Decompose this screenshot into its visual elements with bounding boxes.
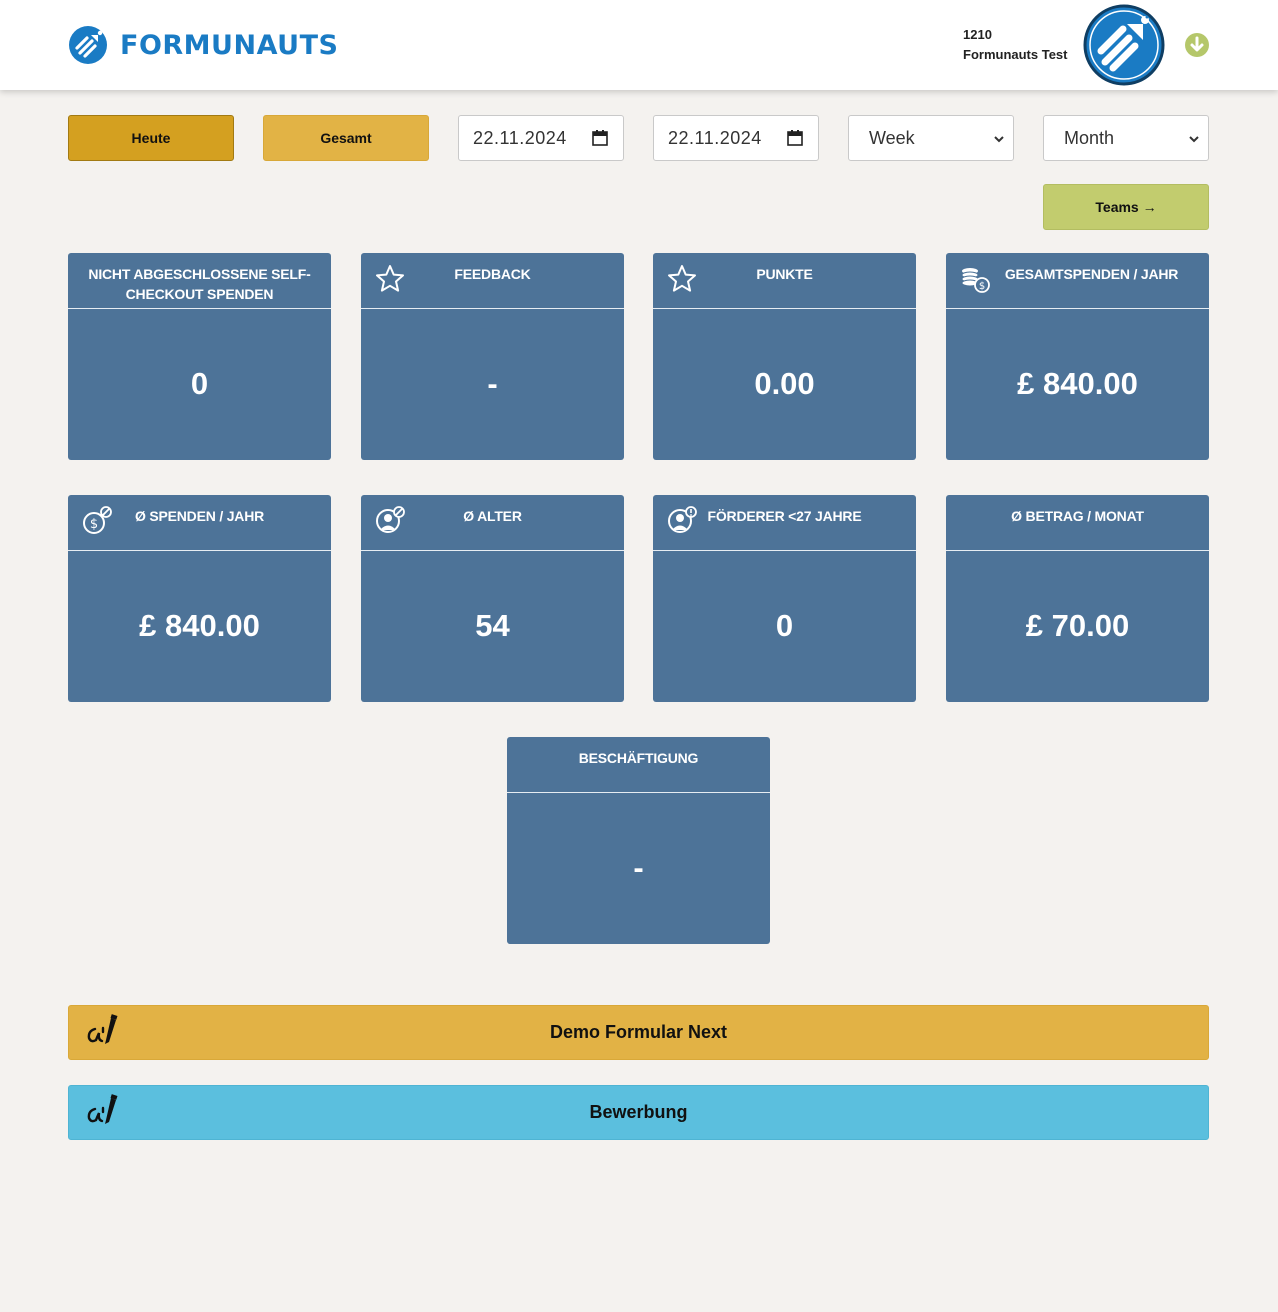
stat-card-young-supporters: FÖRDERER <27 JAHRE 0	[653, 495, 916, 702]
stat-card-feedback: FEEDBACK -	[361, 253, 624, 460]
avatar[interactable]	[1083, 4, 1165, 86]
card-title: Ø BETRAG / MONAT	[1011, 508, 1144, 524]
card-title: GESAMTSPENDEN / JAHR	[1004, 266, 1179, 282]
teams-button[interactable]: Teams →	[1043, 184, 1209, 230]
card-header: Ø ALTER	[361, 495, 624, 551]
card-title: NICHT ABGESCHLOSSENE SELF-CHECKOUT SPEND…	[88, 266, 311, 302]
date-to-input[interactable]: 22.11.2024	[653, 115, 819, 161]
card-value: £ 840.00	[139, 608, 260, 643]
card-value: 0	[190, 366, 209, 401]
chevron-down-circle-icon[interactable]	[1184, 32, 1210, 58]
user-name: Formunauts Test	[963, 47, 1068, 62]
form-label: Demo Formular Next	[549, 1022, 728, 1042]
form-button-bewerbung[interactable]: Bewerbung	[68, 1085, 1209, 1140]
total-button[interactable]: Gesamt	[263, 115, 429, 161]
week-select-value: Week	[869, 127, 915, 148]
date-from-input[interactable]: 22.11.2024	[458, 115, 624, 161]
rocket-logo-icon	[69, 26, 107, 64]
calendar-icon[interactable]	[786, 129, 804, 147]
stat-card-avg-donations: $ Ø SPENDEN / JAHR £ 840.00	[68, 495, 331, 702]
card-value: 0	[775, 608, 794, 643]
form-button-demo-formular-next[interactable]: Demo Formular Next	[68, 1005, 1209, 1060]
card-header: BESCHÄFTIGUNG	[507, 737, 770, 793]
week-select[interactable]: Week	[848, 115, 1014, 161]
brand-name: FORMUNAUTS	[120, 29, 339, 61]
today-button[interactable]: Heute	[68, 115, 234, 161]
stat-card-points: PUNKTE 0.00	[653, 253, 916, 460]
card-header: Ø BETRAG / MONAT	[946, 495, 1209, 551]
card-value: 0.00	[754, 366, 815, 401]
card-title: Ø SPENDEN / JAHR	[134, 508, 265, 524]
card-header: FEEDBACK	[361, 253, 624, 309]
user-id: 1210	[963, 27, 992, 42]
brand-logo[interactable]: FORMUNAUTS	[68, 25, 338, 65]
date-to-value: 22.11.2024	[668, 127, 762, 148]
stat-card-avg-age: Ø ALTER 54	[361, 495, 624, 702]
card-header: FÖRDERER <27 JAHRE	[653, 495, 916, 551]
card-header: $ Ø SPENDEN / JAHR	[68, 495, 331, 551]
chevron-down-icon	[1189, 136, 1199, 143]
stat-card-employment: BESCHÄFTIGUNG -	[507, 737, 770, 944]
card-header: PUNKTE	[653, 253, 916, 309]
card-value: -	[487, 366, 498, 401]
top-header: FORMUNAUTS 1210 Formunauts Test	[0, 0, 1278, 90]
card-header: $ GESAMTSPENDEN / JAHR	[946, 253, 1209, 309]
month-select-value: Month	[1064, 127, 1115, 148]
card-title: FEEDBACK	[454, 266, 531, 282]
card-value: 54	[475, 608, 510, 643]
card-value: -	[633, 850, 644, 885]
card-value: £ 70.00	[1025, 608, 1130, 643]
stat-card-avg-monthly: Ø BETRAG / MONAT £ 70.00	[946, 495, 1209, 702]
calendar-icon[interactable]	[591, 129, 609, 147]
card-title: Ø ALTER	[463, 508, 522, 524]
chevron-down-icon	[994, 136, 1004, 143]
card-title: BESCHÄFTIGUNG	[578, 750, 699, 766]
stat-card-self-checkout: NICHT ABGESCHLOSSENE SELF-CHECKOUT SPEND…	[68, 253, 331, 460]
stat-card-total-donations: $ GESAMTSPENDEN / JAHR £ 840.00	[946, 253, 1209, 460]
card-value: £ 840.00	[1017, 366, 1138, 401]
date-from-value: 22.11.2024	[473, 127, 567, 148]
form-label: Bewerbung	[589, 1102, 688, 1122]
month-select[interactable]: Month	[1043, 115, 1209, 161]
card-title: FÖRDERER <27 JAHRE	[707, 508, 862, 524]
card-title: PUNKTE	[756, 266, 813, 282]
card-header: NICHT ABGESCHLOSSENE SELF-CHECKOUT SPEND…	[68, 253, 331, 309]
